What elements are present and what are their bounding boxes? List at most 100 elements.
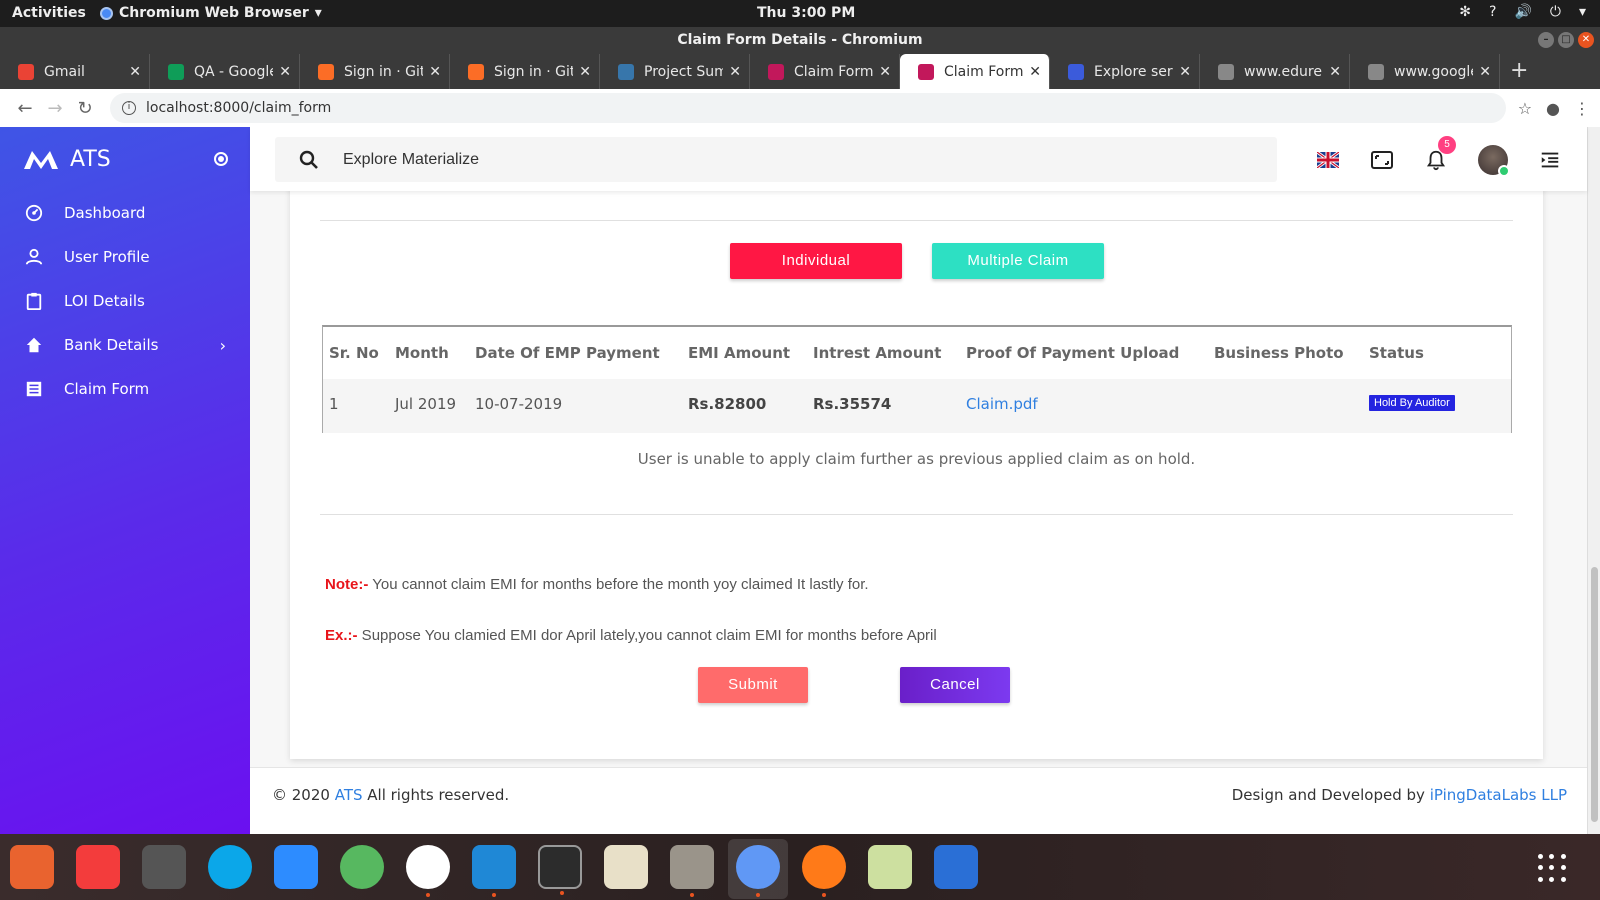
skype-icon[interactable]	[208, 845, 252, 889]
tab-strip: Gmail✕QA - Google✕Sign in · GitL✕Sign in…	[0, 54, 1600, 89]
submit-button[interactable]: Submit	[698, 667, 808, 703]
brand[interactable]: ATS	[0, 127, 250, 191]
libreoffice-writer-icon[interactable]	[934, 845, 978, 889]
right-sidebar-toggle-icon[interactable]	[1538, 148, 1562, 172]
new-tab-button[interactable]: +	[1500, 54, 1538, 89]
notifications-bell-icon[interactable]: 5	[1424, 136, 1456, 172]
sidebar-item-label: Claim Form	[64, 380, 150, 398]
activities-button[interactable]: Activities	[12, 5, 86, 21]
home-icon	[24, 335, 44, 355]
tab-label: Explore serv	[1094, 63, 1174, 80]
calculator-icon[interactable]	[142, 845, 186, 889]
tab-close-icon[interactable]: ✕	[1179, 64, 1191, 80]
multiple-claim-button[interactable]: Multiple Claim	[932, 243, 1104, 279]
sidebar-item-bank-details[interactable]: Bank Details ›	[0, 323, 250, 367]
page-scrollbar[interactable]	[1587, 127, 1600, 834]
copyright-prefix: © 2020	[272, 786, 335, 804]
tab-close-icon[interactable]: ✕	[1029, 64, 1041, 80]
browser-tab[interactable]: Project Sum ✕	[600, 54, 750, 89]
window-title-bar: Claim Form Details - Chromium – □ ✕	[0, 27, 1600, 54]
software-center-icon[interactable]	[10, 845, 54, 889]
sidebar-item-loi-details[interactable]: LOI Details	[0, 279, 250, 323]
forward-button[interactable]: →	[40, 98, 70, 119]
cancel-button[interactable]: Cancel	[900, 667, 1010, 703]
sidebar-item-label: User Profile	[64, 248, 150, 266]
tab-label: Sign in · GitL	[344, 63, 424, 80]
tab-close-icon[interactable]: ✕	[579, 64, 591, 80]
browser-tab[interactable]: www.google ✕	[1350, 54, 1500, 89]
fullscreen-icon[interactable]	[1370, 148, 1394, 172]
sidebar-item-user-profile[interactable]: User Profile	[0, 235, 250, 279]
uk-flag-icon[interactable]	[1316, 148, 1340, 172]
tab-close-icon[interactable]: ✕	[129, 64, 141, 80]
col-header-interest: Intrest Amount	[813, 344, 942, 362]
browser-tab[interactable]: Explore serv ✕	[1050, 54, 1200, 89]
reload-button[interactable]: ↻	[70, 98, 100, 119]
browser-menu-icon[interactable]: ⋮	[1574, 99, 1590, 118]
app-menu[interactable]: Chromium Web Browser ▾	[100, 5, 322, 21]
sidebar-item-label: Bank Details	[64, 336, 159, 354]
clock[interactable]: Thu 3:00 PM	[757, 5, 855, 21]
scrollbar-thumb[interactable]	[1591, 567, 1598, 822]
browser-tab[interactable]: Claim Form D ✕	[900, 54, 1050, 89]
sidebar-item-dashboard[interactable]: Dashboard	[0, 191, 250, 235]
tab-close-icon[interactable]: ✕	[1479, 64, 1491, 80]
tab-close-icon[interactable]: ✕	[279, 64, 291, 80]
developer-link[interactable]: iPingDataLabs LLP	[1430, 786, 1567, 804]
note-line: Note:- You cannot claim EMI for months b…	[325, 576, 869, 593]
back-button[interactable]: ←	[10, 98, 40, 119]
chromium-dock-icon[interactable]	[728, 839, 788, 899]
ats-link[interactable]: ATS	[335, 786, 363, 804]
system-tray[interactable]: ✻ ? 🔊 ⏻ ▾	[1459, 4, 1586, 20]
chevron-down-icon: ▾	[314, 5, 322, 21]
omnibox[interactable]: i localhost:8000/claim_form	[110, 93, 1506, 123]
maximize-button[interactable]: □	[1558, 32, 1574, 48]
bookmark-star-icon[interactable]: ☆	[1518, 99, 1532, 118]
user-avatar[interactable]	[1478, 145, 1510, 177]
browser-tab[interactable]: QA - Google ✕	[150, 54, 300, 89]
chevron-right-icon: ›	[219, 335, 226, 355]
browser-tab[interactable]: www.edurek ✕	[1200, 54, 1350, 89]
sidebar-item-claim-form[interactable]: Claim Form	[0, 367, 250, 411]
files-icon[interactable]	[670, 845, 714, 897]
notes-app-icon[interactable]	[868, 845, 912, 889]
text-editor-icon[interactable]	[604, 845, 648, 889]
firefox-icon[interactable]	[802, 845, 846, 897]
terminal-icon[interactable]	[538, 845, 582, 895]
site-info-icon[interactable]: i	[122, 101, 136, 115]
brand-name: ATS	[70, 146, 111, 172]
tab-close-icon[interactable]: ✕	[729, 64, 741, 80]
tab-close-icon[interactable]: ✕	[429, 64, 441, 80]
individual-button[interactable]: Individual	[730, 243, 902, 279]
show-applications-icon[interactable]	[1538, 854, 1566, 882]
cell-emi-amount: Rs.82800	[688, 395, 767, 413]
atom-icon[interactable]	[340, 845, 384, 889]
minimize-button[interactable]: –	[1538, 32, 1554, 48]
browser-tab[interactable]: Sign in · GitL ✕	[450, 54, 600, 89]
accessibility-icon: ?	[1489, 4, 1497, 20]
search-box[interactable]: Explore Materialize	[275, 137, 1277, 182]
zoom-icon[interactable]	[274, 845, 318, 889]
browser-tab[interactable]: Gmail ✕	[0, 54, 150, 89]
tab-close-icon[interactable]: ✕	[1329, 64, 1341, 80]
sidebar-toggle-icon[interactable]	[214, 152, 228, 166]
profile-icon[interactable]: ●	[1546, 99, 1560, 118]
anydesk-icon[interactable]	[76, 845, 120, 889]
browser-tab[interactable]: Sign in · GitL ✕	[300, 54, 450, 89]
browser-tab[interactable]: Claim Form D ✕	[750, 54, 900, 89]
claim-table: Sr. No Month Date Of EMP Payment EMI Amo…	[322, 325, 1512, 433]
col-header-month: Month	[395, 344, 449, 362]
hold-message: User is unable to apply claim further as…	[637, 450, 1196, 468]
tab-close-icon[interactable]: ✕	[879, 64, 891, 80]
search-input[interactable]: Explore Materialize	[343, 151, 479, 169]
url-text: localhost:8000/claim_form	[146, 100, 332, 116]
slack-icon[interactable]	[406, 845, 450, 897]
proof-file-link[interactable]: Claim.pdf	[966, 395, 1038, 413]
tab-label: Claim Form D	[944, 63, 1024, 80]
note-text: You cannot claim EMI for months before t…	[368, 576, 869, 593]
top-navbar: Explore Materialize 5	[250, 127, 1587, 191]
credits: Design and Developed by iPingDataLabs LL…	[1232, 786, 1567, 804]
close-window-button[interactable]: ✕	[1578, 32, 1594, 48]
vscode-icon[interactable]	[472, 845, 516, 897]
claim-form-card: Individual Multiple Claim Sr. No Month D…	[290, 127, 1543, 759]
